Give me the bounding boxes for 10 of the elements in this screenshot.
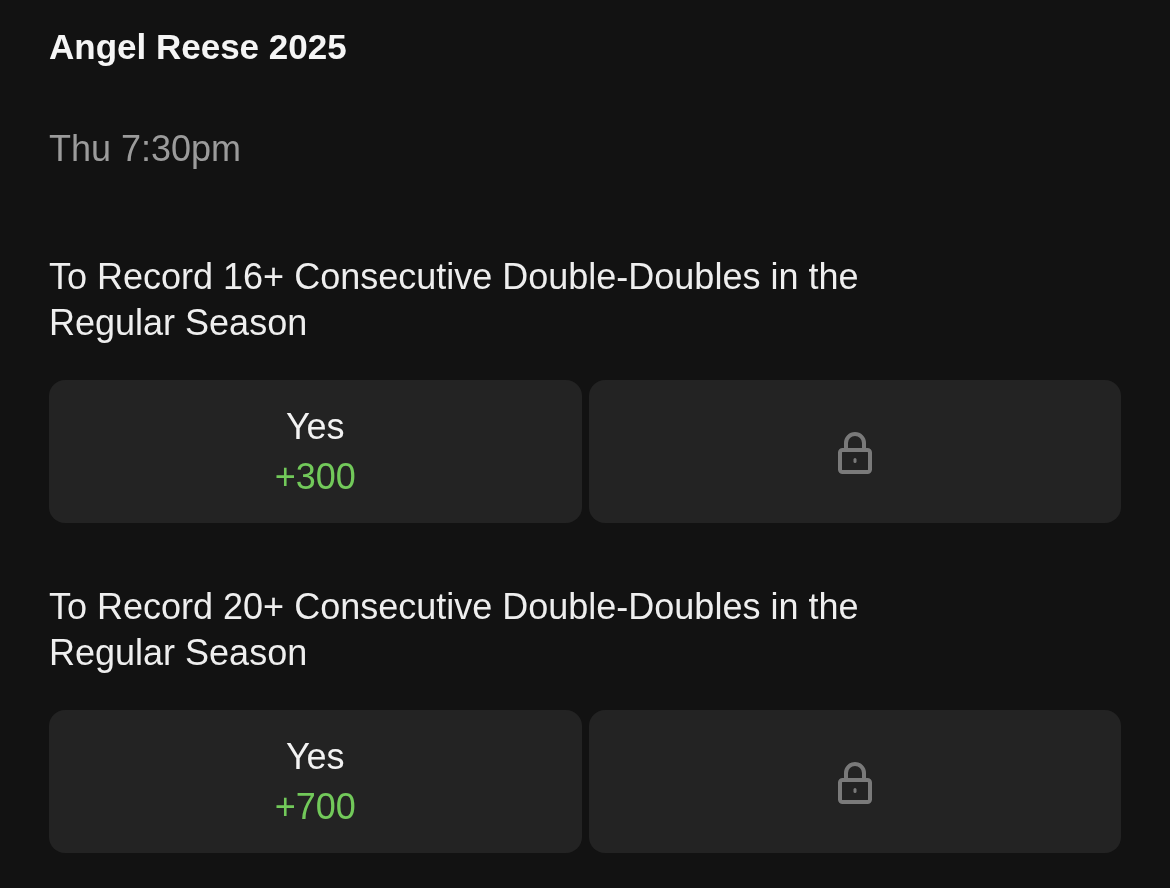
outcome-button[interactable]: Yes +700 (49, 710, 582, 853)
market-question: To Record 20+ Consecutive Double-Doubles in the Regular Season (49, 585, 860, 675)
lock-icon (836, 759, 873, 804)
lock-icon (836, 429, 873, 474)
event-time: Thu 7:30pm (49, 129, 242, 169)
outcome-button[interactable]: Yes +300 (49, 380, 582, 523)
event-title: Angel Reese 2025 (49, 27, 347, 67)
locked-outcome-button[interactable] (588, 710, 1121, 853)
market-question: To Record 16+ Consecutive Double-Doubles in the Regular Season (49, 255, 860, 345)
locked-outcome-button[interactable] (588, 380, 1121, 523)
